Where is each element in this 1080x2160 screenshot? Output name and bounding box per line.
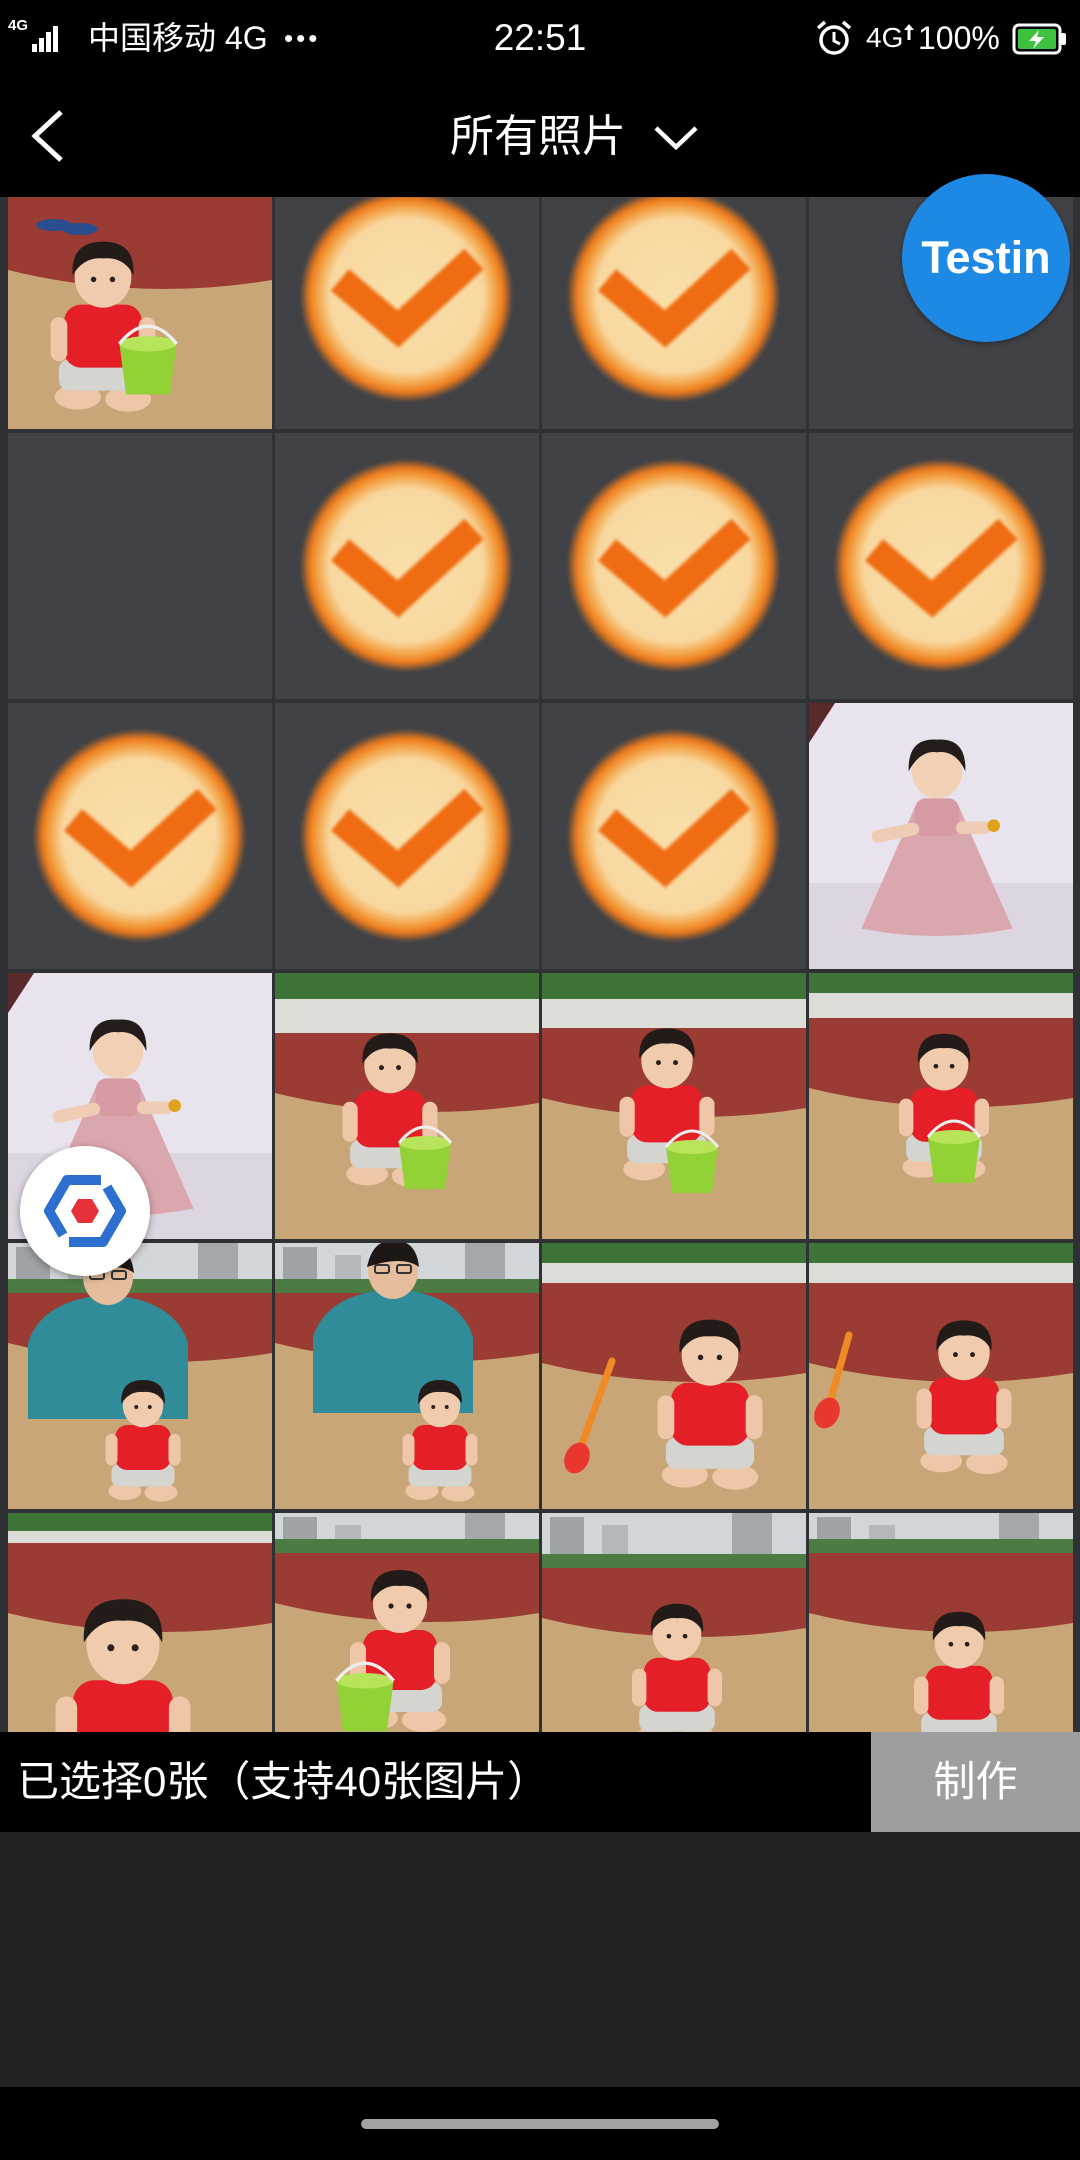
checkmark-icon bbox=[300, 459, 513, 672]
home-indicator[interactable] bbox=[361, 2119, 719, 2129]
photo-image bbox=[809, 703, 1073, 969]
photo-placeholder-cell[interactable] bbox=[8, 703, 272, 969]
photo-placeholder-cell[interactable] bbox=[542, 703, 806, 969]
photo-image bbox=[542, 1243, 806, 1509]
chevron-down-icon[interactable] bbox=[652, 124, 700, 152]
back-chevron-icon[interactable] bbox=[28, 107, 68, 165]
alarm-clock-icon bbox=[816, 20, 852, 55]
make-button[interactable]: 制作 bbox=[871, 1732, 1080, 1832]
system-navigation-bar bbox=[0, 2087, 1080, 2160]
photo-placeholder-cell[interactable] bbox=[275, 703, 539, 969]
photo-thumbnail[interactable] bbox=[275, 973, 539, 1239]
photo-image bbox=[8, 1243, 272, 1509]
checkmark-icon bbox=[834, 459, 1047, 672]
photo-image bbox=[809, 1513, 1073, 1732]
photo-thumbnail[interactable] bbox=[542, 973, 806, 1239]
photo-thumbnail[interactable] bbox=[542, 1513, 806, 1732]
photo-thumbnail[interactable] bbox=[275, 1513, 539, 1732]
network-type: 4G bbox=[866, 22, 904, 53]
top-app-bar: 所有照片 bbox=[0, 76, 1080, 197]
photo-image bbox=[542, 973, 806, 1239]
hexagon-logo-icon bbox=[44, 1175, 126, 1247]
photo-image bbox=[809, 973, 1073, 1239]
photo-thumbnail[interactable] bbox=[809, 1513, 1073, 1732]
status-bar: 4G 中国移动 4G ••• 22:51 4G 100% bbox=[0, 0, 1080, 76]
battery-charging-icon bbox=[1012, 23, 1066, 55]
empty-photo-cell[interactable] bbox=[8, 433, 272, 699]
selection-bar: 已选择0张（支持40张图片） 制作 bbox=[0, 1732, 1080, 1832]
photo-image bbox=[275, 973, 539, 1239]
floating-assistant-button[interactable] bbox=[20, 1146, 150, 1276]
photo-image bbox=[275, 1243, 539, 1509]
photo-placeholder-cell[interactable] bbox=[275, 197, 539, 429]
photo-thumbnail[interactable] bbox=[809, 1243, 1073, 1509]
photo-placeholder-cell[interactable] bbox=[809, 433, 1073, 699]
battery-percentage: 100% bbox=[918, 20, 1000, 56]
empty-area bbox=[0, 1832, 1080, 2087]
album-title[interactable]: 所有照片 bbox=[450, 76, 630, 197]
testin-floating-button[interactable]: Testin bbox=[902, 174, 1070, 342]
photo-placeholder-cell[interactable] bbox=[275, 433, 539, 699]
photo-image bbox=[542, 1513, 806, 1732]
photo-thumbnail[interactable] bbox=[809, 703, 1073, 969]
photo-thumbnail[interactable] bbox=[8, 197, 272, 429]
photo-image bbox=[809, 1243, 1073, 1509]
checkmark-icon bbox=[300, 197, 513, 402]
photo-thumbnail[interactable] bbox=[542, 1243, 806, 1509]
photo-image bbox=[8, 1513, 272, 1732]
selection-count-text: 已选择0张（支持40张图片） bbox=[17, 1758, 550, 1805]
checkmark-icon bbox=[33, 729, 246, 942]
photo-image bbox=[8, 197, 272, 429]
photo-thumbnail[interactable] bbox=[8, 1243, 272, 1509]
photo-grid[interactable] bbox=[0, 197, 1080, 1732]
photo-placeholder-cell[interactable] bbox=[542, 197, 806, 429]
data-up-arrow-icon bbox=[904, 24, 914, 40]
checkmark-icon bbox=[567, 459, 780, 672]
photo-image bbox=[275, 1513, 539, 1732]
photo-thumbnail[interactable] bbox=[275, 1243, 539, 1509]
checkmark-icon bbox=[567, 197, 780, 402]
photo-thumbnail[interactable] bbox=[8, 1513, 272, 1732]
photo-placeholder-cell[interactable] bbox=[542, 433, 806, 699]
checkmark-icon bbox=[567, 729, 780, 942]
photo-thumbnail[interactable] bbox=[809, 973, 1073, 1239]
checkmark-icon bbox=[300, 729, 513, 942]
